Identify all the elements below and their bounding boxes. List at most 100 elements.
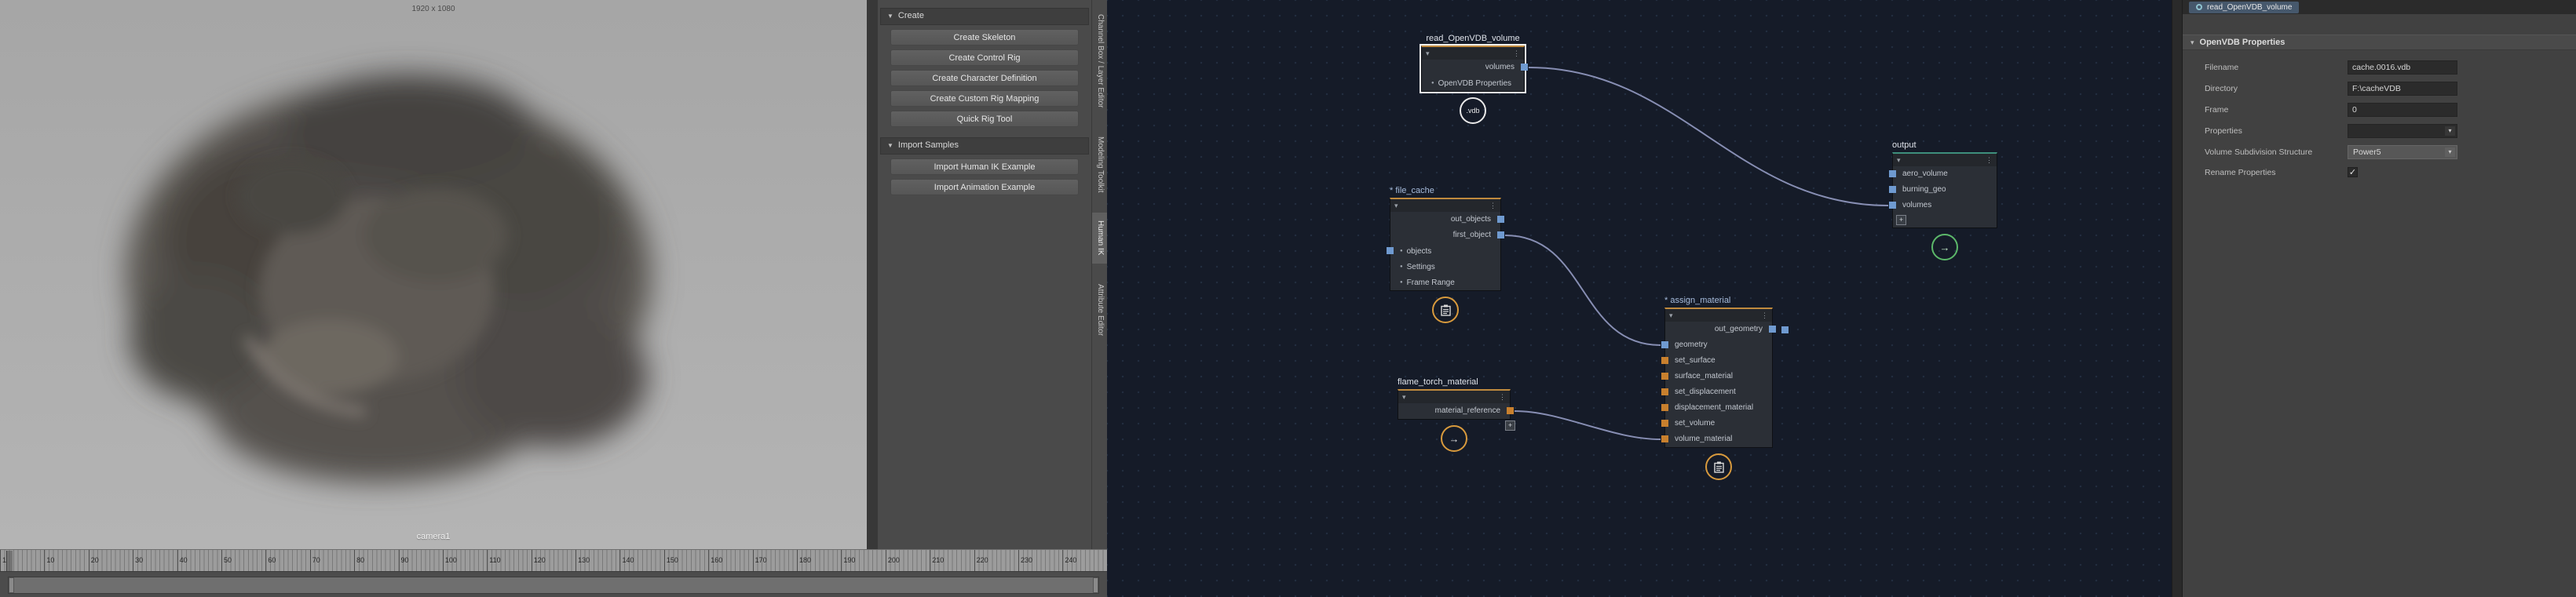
node-title: read_OpenVDB_volume — [1426, 34, 1520, 43]
node-graph-canvas[interactable]: read_OpenVDB_volume ▾ ⋮ volumes ● OpenVDB… — [1107, 0, 2172, 597]
port-set-volume-input[interactable] — [1661, 420, 1668, 427]
port-set-surface-input[interactable] — [1661, 357, 1668, 364]
node-menu-icon[interactable]: ⋮ — [1513, 49, 1520, 58]
port-row-out-objects[interactable]: out_objects — [1390, 212, 1504, 228]
filename-input[interactable] — [2348, 60, 2457, 75]
port-out-geometry-output[interactable] — [1769, 326, 1776, 333]
node-menu-icon[interactable]: ⋮ — [1489, 202, 1496, 210]
tab-channel-box-layer-editor[interactable]: Channel Box / Layer Editor — [1092, 6, 1108, 116]
node-header[interactable]: ▾ ⋮ — [1390, 199, 1500, 212]
node-menu-icon[interactable]: ⋮ — [1761, 311, 1768, 320]
port-displacement-material-input[interactable] — [1661, 404, 1668, 411]
rename-properties-checkbox[interactable]: ✓ — [2348, 167, 2358, 177]
section-header-import-samples[interactable]: ▼ Import Samples — [880, 137, 1089, 155]
tick-label: 160 — [708, 550, 752, 571]
node-header[interactable]: ▾ ⋮ — [1398, 391, 1510, 403]
section-openvdb-properties[interactable]: ▾ OpenVDB Properties — [2183, 35, 2576, 50]
import-animation-example-button[interactable]: Import Animation Example — [890, 179, 1079, 195]
create-custom-rig-mapping-button[interactable]: Create Custom Rig Mapping — [890, 90, 1079, 107]
port-surface-material-input[interactable] — [1661, 373, 1668, 380]
out-geometry-wire-stub[interactable] — [1781, 326, 1789, 333]
tab-modeling-toolkit[interactable]: Modeling Toolkit — [1092, 129, 1108, 201]
directory-input[interactable] — [2348, 82, 2457, 96]
node-read-openvdb-volume[interactable]: read_OpenVDB_volume ▾ ⋮ volumes ● OpenVDB… — [1420, 34, 1528, 124]
port-row-aero-volume[interactable]: aero_volume — [1889, 166, 1997, 182]
tick-label: 70 — [309, 550, 354, 571]
panel-splitter[interactable] — [2172, 0, 2183, 597]
arrow-right-icon: → — [1449, 432, 1460, 445]
port-volumes-output[interactable] — [1521, 64, 1528, 71]
port-aero-volume-input[interactable] — [1889, 170, 1896, 177]
port-row-set-displacement[interactable]: set_displacement — [1661, 384, 1772, 400]
port-row-displacement-material[interactable]: displacement_material — [1661, 400, 1772, 416]
create-skeleton-button[interactable]: Create Skeleton — [890, 29, 1079, 46]
port-burning-geo-input[interactable] — [1889, 186, 1896, 193]
port-row-first-object[interactable]: first_object — [1390, 228, 1504, 243]
node-header[interactable]: ▾ ⋮ — [1665, 309, 1772, 322]
row-settings[interactable]: ● Settings — [1390, 259, 1500, 275]
collapse-icon[interactable]: ▾ — [1402, 393, 1406, 402]
selected-node-pill[interactable]: read_OpenVDB_volume — [2189, 1, 2300, 13]
create-character-definition-button[interactable]: Create Character Definition — [890, 70, 1079, 86]
render-viewport[interactable]: 1920 x 1080 camera1 — [0, 0, 867, 549]
node-menu-icon[interactable]: ⋮ — [1499, 393, 1506, 402]
connection-read-volumes-to-output-volumes[interactable] — [1528, 67, 1889, 206]
create-control-rig-button[interactable]: Create Control Rig — [890, 49, 1079, 66]
node-file-cache[interactable]: * file_cache ▾ ⋮ out_objects first_objec… — [1387, 186, 1504, 323]
tab-human-ik[interactable]: Human IK — [1092, 213, 1108, 264]
collapse-icon[interactable]: ▾ — [1394, 202, 1398, 210]
connection-flame-material-to-assign-volumematerial[interactable] — [1514, 410, 1661, 440]
collapse-icon[interactable]: ▾ — [1897, 156, 1901, 165]
row-frame-range[interactable]: ● Frame Range — [1390, 275, 1500, 290]
collapse-icon[interactable]: ▾ — [1669, 311, 1673, 320]
time-slider[interactable]: 1 10 20 30 40 50 60 70 80 90 100 110 120 130 140 150 160… — [0, 549, 1107, 571]
humanik-panel: ▼ Create Create Skeleton Create Control R… — [878, 0, 1091, 549]
port-row-material-reference[interactable]: material_reference — [1398, 403, 1514, 419]
range-start-handle[interactable] — [9, 577, 14, 593]
bullet-icon: ● — [1400, 264, 1403, 269]
port-row-out-geometry[interactable]: out_geometry — [1665, 322, 1776, 337]
connection-filecache-firstobject-to-assign-geometry[interactable] — [1504, 235, 1661, 346]
port-row-volume-material[interactable]: volume_material — [1661, 431, 1772, 447]
range-slider[interactable] — [0, 571, 1107, 597]
tick-label: 210 — [930, 550, 974, 571]
volume-subdivision-structure-dropdown[interactable]: Power5 ▾ — [2348, 145, 2457, 159]
node-menu-icon[interactable]: ⋮ — [1986, 156, 1993, 165]
properties-dropdown[interactable]: ▾ — [2348, 124, 2457, 138]
row-openvdb-properties[interactable]: ● OpenVDB Properties — [1422, 75, 1524, 91]
port-row-set-surface[interactable]: set_surface — [1661, 353, 1772, 369]
port-row-geometry[interactable]: geometry — [1661, 337, 1772, 353]
add-port-button[interactable]: + — [1896, 214, 1906, 225]
node-assign-material[interactable]: * assign_material ▾ ⋮ out_geometry geome… — [1661, 296, 1789, 480]
node-flame-torch-material[interactable]: flame_torch_material ▾ ⋮ material_refere… — [1398, 377, 1515, 452]
node-header[interactable]: ▾ ⋮ — [1893, 154, 1997, 166]
port-geometry-input[interactable] — [1661, 341, 1668, 348]
frame-input[interactable] — [2348, 103, 2457, 117]
port-volume-material-input[interactable] — [1661, 435, 1668, 442]
tab-attribute-editor[interactable]: Attribute Editor — [1092, 276, 1108, 344]
port-row-surface-material[interactable]: surface_material — [1661, 369, 1772, 384]
section-label: Import Samples — [897, 140, 959, 150]
row-objects[interactable]: ● objects — [1387, 243, 1500, 259]
range-slider-bar[interactable] — [8, 577, 1099, 594]
add-port-button[interactable]: + — [1505, 420, 1515, 431]
port-row-set-volume[interactable]: set_volume — [1661, 416, 1772, 431]
port-row-burning-geo[interactable]: burning_geo — [1889, 182, 1997, 198]
node-header[interactable]: ▾ ⋮ — [1422, 47, 1524, 60]
port-material-reference-output[interactable] — [1507, 407, 1514, 414]
import-humanik-example-button[interactable]: Import Human IK Example — [890, 158, 1079, 175]
port-objects-input[interactable] — [1387, 247, 1394, 254]
port-volumes-input[interactable] — [1889, 202, 1896, 209]
section-header-create[interactable]: ▼ Create — [880, 8, 1089, 25]
current-frame-marker[interactable] — [6, 551, 13, 571]
port-label: burning_geo — [1902, 185, 1946, 194]
collapse-icon[interactable]: ▾ — [1426, 49, 1430, 58]
port-set-displacement-input[interactable] — [1661, 388, 1668, 395]
port-row-volumes[interactable]: volumes — [1889, 198, 1997, 213]
port-out-objects-output[interactable] — [1497, 216, 1504, 223]
quick-rig-tool-button[interactable]: Quick Rig Tool — [890, 111, 1079, 127]
node-output[interactable]: output ▾ ⋮ aero_volume burning_geo volum… — [1889, 140, 1997, 260]
port-row-volumes[interactable]: volumes — [1422, 60, 1528, 75]
port-first-object-output[interactable] — [1497, 231, 1504, 238]
range-end-handle[interactable] — [1093, 577, 1098, 593]
